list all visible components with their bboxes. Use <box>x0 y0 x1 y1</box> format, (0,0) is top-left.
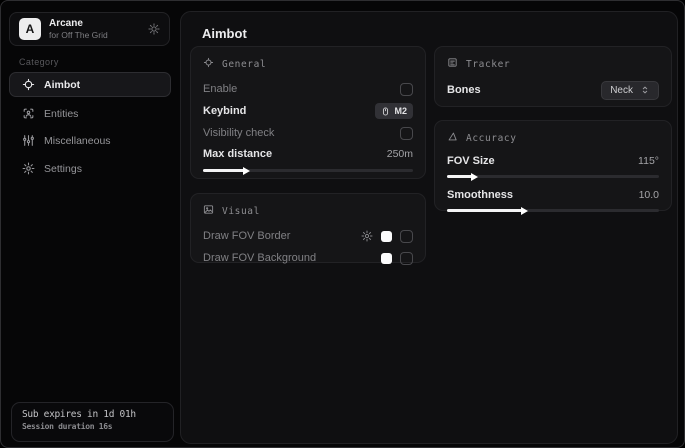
enable-label: Enable <box>203 83 237 95</box>
mouse-icon <box>381 106 390 117</box>
fov-border-color-swatch[interactable] <box>381 231 392 242</box>
tracker-section-header: Tracker <box>447 57 659 71</box>
general-section-header: General <box>203 57 413 71</box>
tracker-section-title: Tracker <box>466 59 510 70</box>
slider-thumb[interactable] <box>447 175 475 178</box>
app-logo: A <box>19 18 41 40</box>
keybind-row: Keybind M2 <box>203 100 413 122</box>
angle-icon <box>447 131 458 145</box>
tracker-icon <box>447 57 458 71</box>
chevrons-up-down-icon <box>640 85 650 95</box>
gear-icon[interactable] <box>361 230 373 242</box>
page-title: Aimbot <box>202 26 247 41</box>
gear-icon <box>22 162 35 175</box>
category-label: Category <box>19 57 59 67</box>
app-logo-card: A Arcane for Off The Grid <box>9 12 170 46</box>
max-distance-row: Max distance 250m <box>203 144 413 164</box>
app-window: A Arcane for Off The Grid Category Aimbo… <box>0 0 685 448</box>
visibility-check-checkbox[interactable] <box>400 127 413 140</box>
app-name: Arcane <box>49 18 108 30</box>
keybind-button[interactable]: M2 <box>375 103 413 119</box>
visual-section-header: Visual <box>203 204 413 218</box>
smoothness-value: 10.0 <box>639 189 659 201</box>
visual-section: Visual Draw FOV Border Draw FOV Backgrou… <box>190 193 426 263</box>
accuracy-section: Accuracy FOV Size 115° Smoothness 10.0 <box>434 120 672 211</box>
slider-thumb[interactable] <box>447 209 525 212</box>
fov-size-value: 115° <box>638 155 659 167</box>
sidebar-item-settings[interactable]: Settings <box>9 156 171 181</box>
fov-background-color-swatch[interactable] <box>381 253 392 264</box>
crosshair-icon <box>22 78 35 91</box>
entity-scan-icon <box>22 107 35 120</box>
bones-row: Bones Neck <box>447 78 659 102</box>
fov-background-checkbox[interactable] <box>400 252 413 265</box>
main-panel: Aimbot General Enable Keybind M2 <box>180 11 678 444</box>
smoothness-row: Smoothness 10.0 <box>447 186 659 204</box>
smoothness-slider[interactable] <box>447 205 659 215</box>
tracker-section: Tracker Bones Neck <box>434 46 672 107</box>
crosshair-icon <box>203 57 214 71</box>
visibility-check-label: Visibility check <box>203 127 274 139</box>
max-distance-label: Max distance <box>203 148 272 160</box>
app-subtitle: for Off The Grid <box>49 30 108 40</box>
slider-thumb[interactable] <box>203 169 247 172</box>
enable-row: Enable <box>203 78 413 100</box>
slider-track <box>447 175 659 178</box>
sidebar-item-label: Entities <box>44 108 78 120</box>
keybind-value: M2 <box>394 106 407 116</box>
max-distance-slider[interactable] <box>203 165 413 175</box>
sub-expiry-text: Sub expires in 1d 01h <box>22 409 163 420</box>
visibility-check-row: Visibility check <box>203 122 413 144</box>
fov-border-row: Draw FOV Border <box>203 225 413 247</box>
accuracy-section-header: Accuracy <box>447 131 659 145</box>
image-icon <box>203 204 214 218</box>
sidebar-item-miscellaneous[interactable]: Miscellaneous <box>9 128 171 153</box>
fov-border-checkbox[interactable] <box>400 230 413 243</box>
fov-size-slider[interactable] <box>447 171 659 181</box>
subscription-card: Sub expires in 1d 01h Session duration 1… <box>11 402 174 442</box>
general-section: General Enable Keybind M2 Visibility che… <box>190 46 426 179</box>
sidebar-item-label: Aimbot <box>44 79 80 91</box>
general-section-title: General <box>222 59 266 70</box>
fov-background-row: Draw FOV Background <box>203 247 413 269</box>
sidebar-item-aimbot[interactable]: Aimbot <box>9 72 171 97</box>
bones-label: Bones <box>447 84 481 96</box>
app-title-block: Arcane for Off The Grid <box>49 18 108 40</box>
bones-selected-value: Neck <box>610 85 633 96</box>
visual-section-title: Visual <box>222 206 260 217</box>
max-distance-value: 250m <box>387 148 413 160</box>
sidebar-item-label: Settings <box>44 163 82 175</box>
fov-size-row: FOV Size 115° <box>447 152 659 170</box>
enable-checkbox[interactable] <box>400 83 413 96</box>
sidebar-item-label: Miscellaneous <box>44 135 111 147</box>
bones-select[interactable]: Neck <box>601 81 659 100</box>
sidebar-item-entities[interactable]: Entities <box>9 101 171 126</box>
smoothness-label: Smoothness <box>447 189 513 201</box>
gear-icon[interactable] <box>148 23 160 35</box>
accuracy-section-title: Accuracy <box>466 133 517 144</box>
sliders-icon <box>22 134 35 147</box>
fov-size-label: FOV Size <box>447 155 495 167</box>
session-duration-text: Session duration 16s <box>22 422 163 431</box>
fov-background-label: Draw FOV Background <box>203 252 316 264</box>
fov-border-label: Draw FOV Border <box>203 230 290 242</box>
keybind-label: Keybind <box>203 105 246 117</box>
